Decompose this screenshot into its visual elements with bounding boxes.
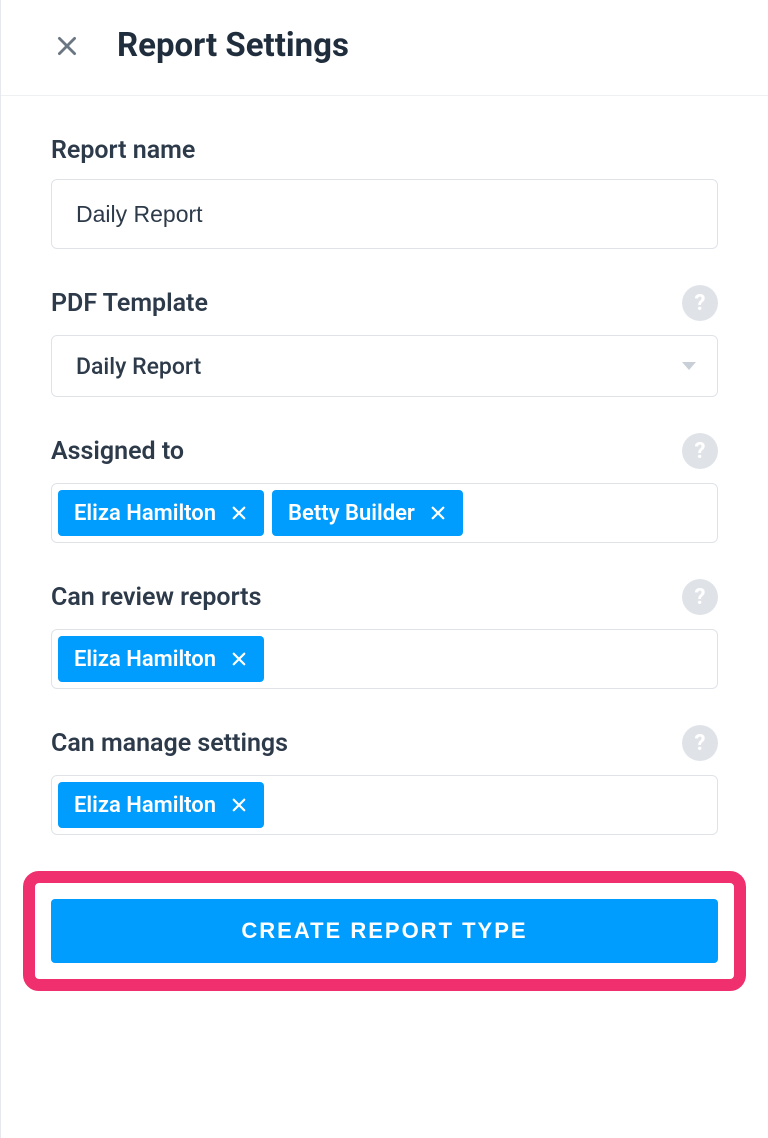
chip-remove-icon[interactable]	[228, 794, 250, 816]
form-content: Report name PDF Template ? Daily Report …	[1, 96, 768, 835]
report-name-input[interactable]	[51, 179, 718, 249]
can-review-label: Can review reports	[51, 583, 261, 612]
assigned-to-label: Assigned to	[51, 437, 184, 466]
chip-label: Betty Builder	[288, 501, 415, 526]
user-chip: Betty Builder	[272, 490, 463, 536]
assigned-to-input[interactable]: Eliza Hamilton Betty Builder	[51, 483, 718, 543]
can-manage-label: Can manage settings	[51, 729, 288, 758]
chevron-down-icon	[682, 362, 696, 370]
user-chip: Eliza Hamilton	[58, 490, 264, 536]
help-icon[interactable]: ?	[682, 725, 718, 761]
chip-remove-icon[interactable]	[228, 502, 250, 524]
pdf-template-select[interactable]: Daily Report	[51, 335, 718, 397]
create-report-type-button[interactable]: CREATE REPORT TYPE	[51, 899, 718, 963]
user-chip: Eliza Hamilton	[58, 636, 264, 682]
help-icon[interactable]: ?	[682, 285, 718, 321]
pdf-template-value: Daily Report	[76, 353, 201, 380]
chip-remove-icon[interactable]	[427, 502, 449, 524]
help-icon[interactable]: ?	[682, 579, 718, 615]
chip-label: Eliza Hamilton	[74, 647, 216, 672]
can-review-input[interactable]: Eliza Hamilton	[51, 629, 718, 689]
dialog-header: Report Settings	[1, 0, 768, 96]
page-title: Report Settings	[117, 26, 349, 65]
field-can-manage: Can manage settings ? Eliza Hamilton	[51, 725, 718, 835]
field-assigned-to: Assigned to ? Eliza Hamilton Betty Build…	[51, 433, 718, 543]
help-icon[interactable]: ?	[682, 433, 718, 469]
chip-remove-icon[interactable]	[228, 648, 250, 670]
can-manage-input[interactable]: Eliza Hamilton	[51, 775, 718, 835]
pdf-template-label: PDF Template	[51, 289, 208, 318]
field-pdf-template: PDF Template ? Daily Report	[51, 285, 718, 397]
close-icon[interactable]	[53, 32, 81, 60]
chip-label: Eliza Hamilton	[74, 501, 216, 526]
field-can-review: Can review reports ? Eliza Hamilton	[51, 579, 718, 689]
field-report-name: Report name	[51, 136, 718, 249]
user-chip: Eliza Hamilton	[58, 782, 264, 828]
report-name-label: Report name	[51, 136, 195, 165]
chip-label: Eliza Hamilton	[74, 793, 216, 818]
highlight-annotation: CREATE REPORT TYPE	[23, 871, 746, 991]
